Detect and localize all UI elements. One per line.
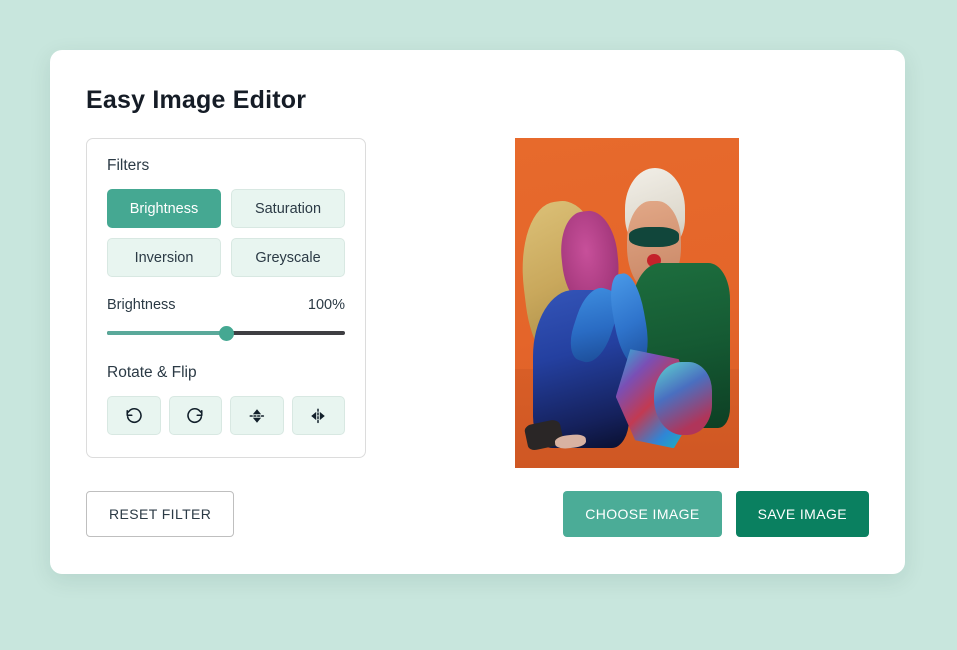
rotate-flip-block: Rotate & Flip (107, 364, 345, 435)
controls-column: Filters Brightness Saturation Inversion … (86, 138, 366, 458)
primary-actions: CHOOSE IMAGE SAVE IMAGE (563, 491, 869, 537)
filters-panel: Filters Brightness Saturation Inversion … (86, 138, 366, 458)
rotate-right-button[interactable] (168, 396, 222, 435)
filter-button-brightness[interactable]: Brightness (107, 189, 221, 228)
rotate-flip-grid (107, 396, 345, 435)
image-preview[interactable] (515, 138, 739, 468)
preview-photo (515, 138, 739, 468)
editor-card: Easy Image Editor Filters Brightness Sat… (50, 50, 905, 574)
flip-horizontal-button[interactable] (291, 396, 345, 435)
slider-labels: Brightness 100% (107, 297, 345, 313)
slider-label: Brightness (107, 297, 176, 313)
page-title: Easy Image Editor (86, 86, 307, 114)
reset-filter-button[interactable]: RESET FILTER (86, 491, 235, 537)
filter-button-greyscale[interactable]: Greyscale (231, 238, 345, 277)
rotate-left-button[interactable] (107, 396, 161, 435)
rotate-right-icon (186, 407, 204, 425)
action-bar: RESET FILTER CHOOSE IMAGE SAVE IMAGE (86, 491, 869, 537)
rotate-flip-heading: Rotate & Flip (107, 364, 197, 381)
flip-vertical-icon (248, 407, 266, 425)
filter-slider-block: Brightness 100% (107, 297, 345, 341)
slider-thumb[interactable] (219, 326, 234, 341)
filter-button-inversion[interactable]: Inversion (107, 238, 221, 277)
app-root: Easy Image Editor Filters Brightness Sat… (0, 0, 957, 650)
filter-button-saturation[interactable]: Saturation (231, 189, 345, 228)
save-image-button[interactable]: SAVE IMAGE (735, 491, 869, 537)
flip-vertical-button[interactable] (230, 396, 284, 435)
filters-heading: Filters (107, 157, 150, 174)
flip-horizontal-icon (309, 407, 327, 425)
filter-button-grid: Brightness Saturation Inversion Greyscal… (107, 189, 345, 277)
slider-value: 100% (307, 297, 345, 313)
choose-image-button[interactable]: CHOOSE IMAGE (563, 491, 722, 537)
slider-fill (107, 331, 226, 335)
rotate-left-icon (125, 407, 143, 425)
filter-slider[interactable] (107, 326, 345, 341)
